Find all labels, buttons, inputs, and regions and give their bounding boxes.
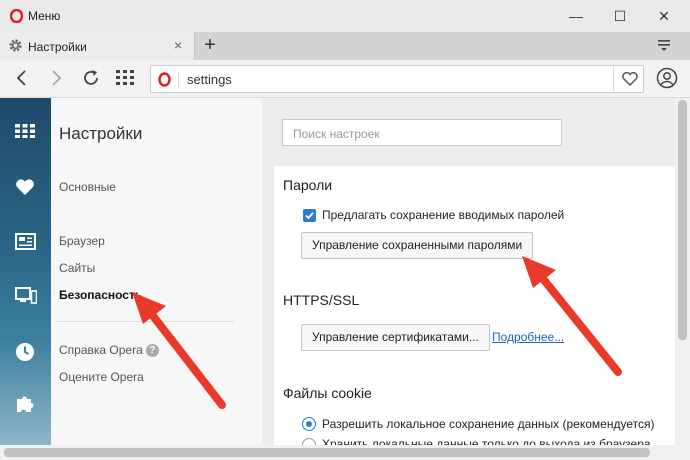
new-tab-button[interactable]: + xyxy=(200,34,220,57)
profile-icon[interactable] xyxy=(656,67,678,89)
opera-o-icon xyxy=(158,72,171,87)
maximize-button[interactable]: ☐ xyxy=(598,4,642,28)
search-placeholder: Поиск настроек xyxy=(293,127,380,141)
manage-certificates-button[interactable]: Управление сертификатами... xyxy=(301,324,490,351)
speed-dial-grid-icon[interactable] xyxy=(116,70,134,86)
help-question-icon: ? xyxy=(145,344,159,358)
tab-settings[interactable]: Настройки × xyxy=(0,32,195,60)
speed-dial-icon[interactable] xyxy=(15,124,35,138)
menu-title[interactable]: Меню xyxy=(28,9,60,23)
offer-save-passwords-label[interactable]: Предлагать сохранение вводимых паролей xyxy=(322,208,564,222)
navigation-toolbar: settings xyxy=(0,60,690,98)
nav-item-rate[interactable]: Оцените Opera xyxy=(59,370,144,384)
https-more-link[interactable]: Подробнее... xyxy=(492,330,564,344)
extensions-puzzle-icon[interactable] xyxy=(15,393,35,413)
horizontal-scroll-thumb[interactable] xyxy=(4,448,650,457)
nav-item-sites[interactable]: Сайты xyxy=(59,261,95,275)
nav-item-basic[interactable]: Основные xyxy=(59,180,116,194)
https-section-title: HTTPS/SSL xyxy=(283,292,360,308)
settings-content: Поиск настроек Пароли Предлагать сохране… xyxy=(262,98,675,445)
title-bar: Меню — ☐ ✕ xyxy=(0,0,690,32)
session-only-label[interactable]: Хранить локальные данные только до выход… xyxy=(322,437,651,445)
minimize-button[interactable]: — xyxy=(554,4,598,28)
session-only-radio[interactable] xyxy=(302,438,316,445)
bookmark-heart-icon[interactable] xyxy=(621,71,639,87)
opera-sidebar xyxy=(0,98,51,445)
cookies-section-title: Файлы cookie xyxy=(283,385,372,401)
nav-divider xyxy=(57,321,234,322)
nav-item-help-label: Справка Opera xyxy=(59,343,143,357)
gear-icon xyxy=(9,39,22,52)
nav-item-help[interactable]: Справка Opera? xyxy=(59,343,159,358)
url-text[interactable]: settings xyxy=(187,72,232,87)
tab-label: Настройки xyxy=(28,40,87,54)
forward-icon[interactable] xyxy=(47,68,65,88)
tab-bar: Настройки × + xyxy=(0,32,690,60)
opera-logo-icon[interactable] xyxy=(10,9,23,23)
vertical-scroll-thumb[interactable] xyxy=(678,100,687,340)
passwords-section-title: Пароли xyxy=(283,177,333,193)
close-window-button[interactable]: ✕ xyxy=(642,4,686,28)
tab-menu-icon[interactable] xyxy=(656,37,672,53)
manage-passwords-button[interactable]: Управление сохраненными паролями xyxy=(301,232,534,259)
offer-save-passwords-checkbox[interactable] xyxy=(303,209,316,222)
checkmark-icon xyxy=(305,212,314,220)
heart-icon[interactable] xyxy=(15,178,35,196)
devices-icon[interactable] xyxy=(15,287,37,304)
nav-item-security[interactable]: Безопасность xyxy=(59,288,142,302)
security-panel: Пароли Предлагать сохранение вводимых па… xyxy=(274,166,675,445)
tab-close-button[interactable]: × xyxy=(174,37,182,53)
history-clock-icon[interactable] xyxy=(15,342,35,362)
horizontal-scrollbar[interactable] xyxy=(0,445,690,460)
vertical-scrollbar[interactable] xyxy=(675,98,690,445)
allow-local-data-label[interactable]: Разрешить локальное сохранение данных (р… xyxy=(322,417,654,431)
back-icon[interactable] xyxy=(13,68,31,88)
reload-icon[interactable] xyxy=(81,68,101,88)
address-separator xyxy=(178,72,179,88)
settings-navigation: Настройки Основные Браузер Сайты Безопас… xyxy=(51,98,262,445)
settings-search-input[interactable]: Поиск настроек xyxy=(282,119,562,146)
news-icon[interactable] xyxy=(15,233,36,250)
heart-separator xyxy=(613,66,614,92)
allow-local-data-radio[interactable] xyxy=(302,417,316,431)
address-bar[interactable]: settings xyxy=(150,65,644,93)
nav-item-browser[interactable]: Браузер xyxy=(59,234,105,248)
settings-title: Настройки xyxy=(59,124,143,143)
